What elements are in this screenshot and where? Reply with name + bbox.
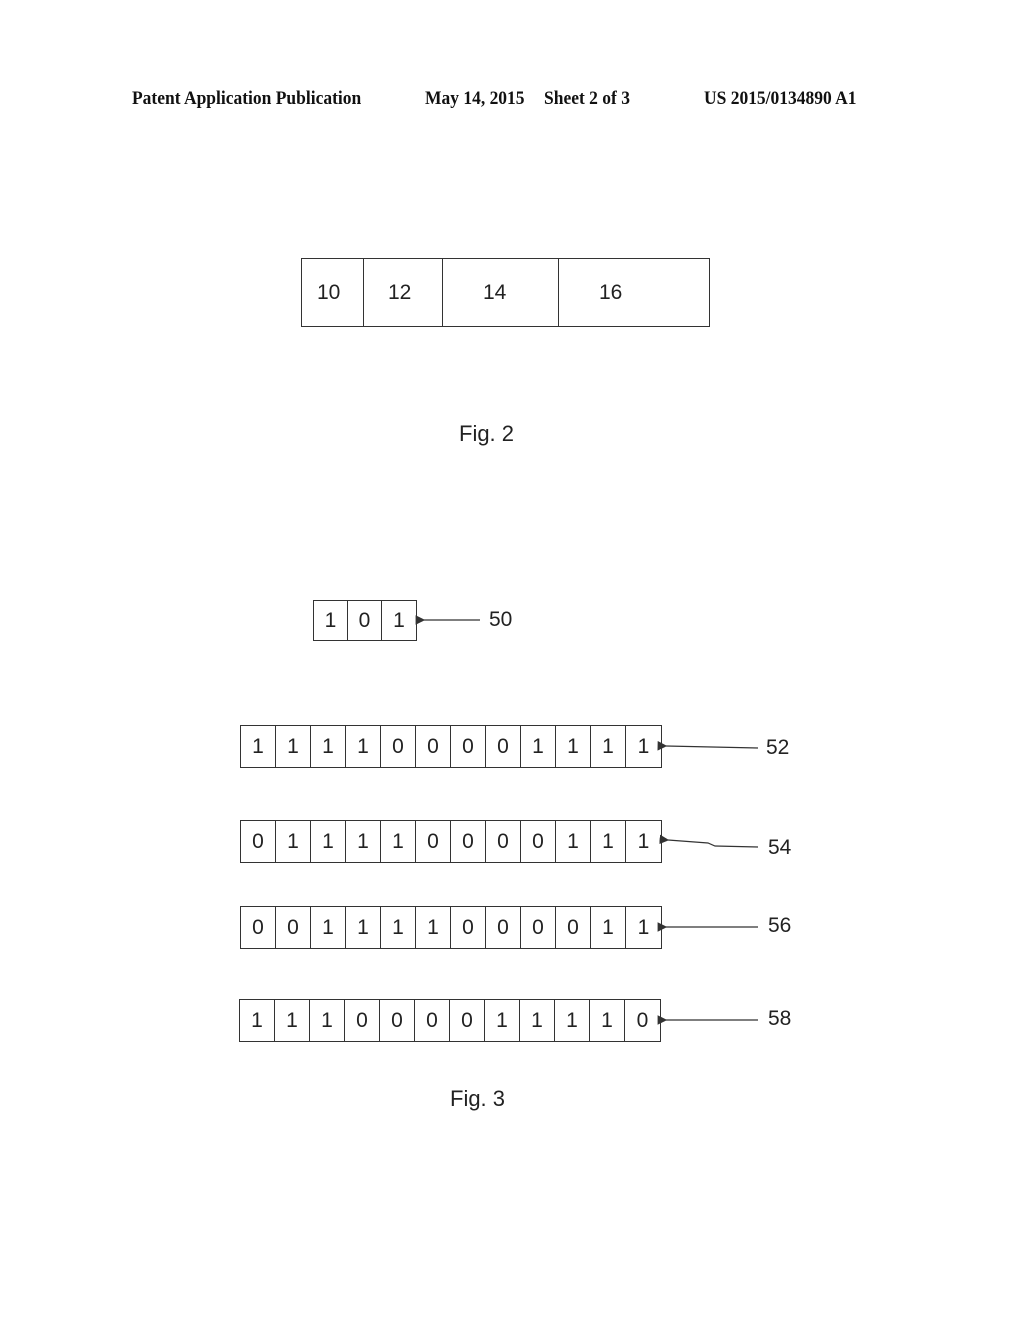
leader-arrow-54 <box>659 834 759 848</box>
fig3-caption: Fig. 3 <box>450 1086 506 1111</box>
leader-lines <box>415 615 759 1025</box>
leader-arrow-52 <box>657 741 759 751</box>
